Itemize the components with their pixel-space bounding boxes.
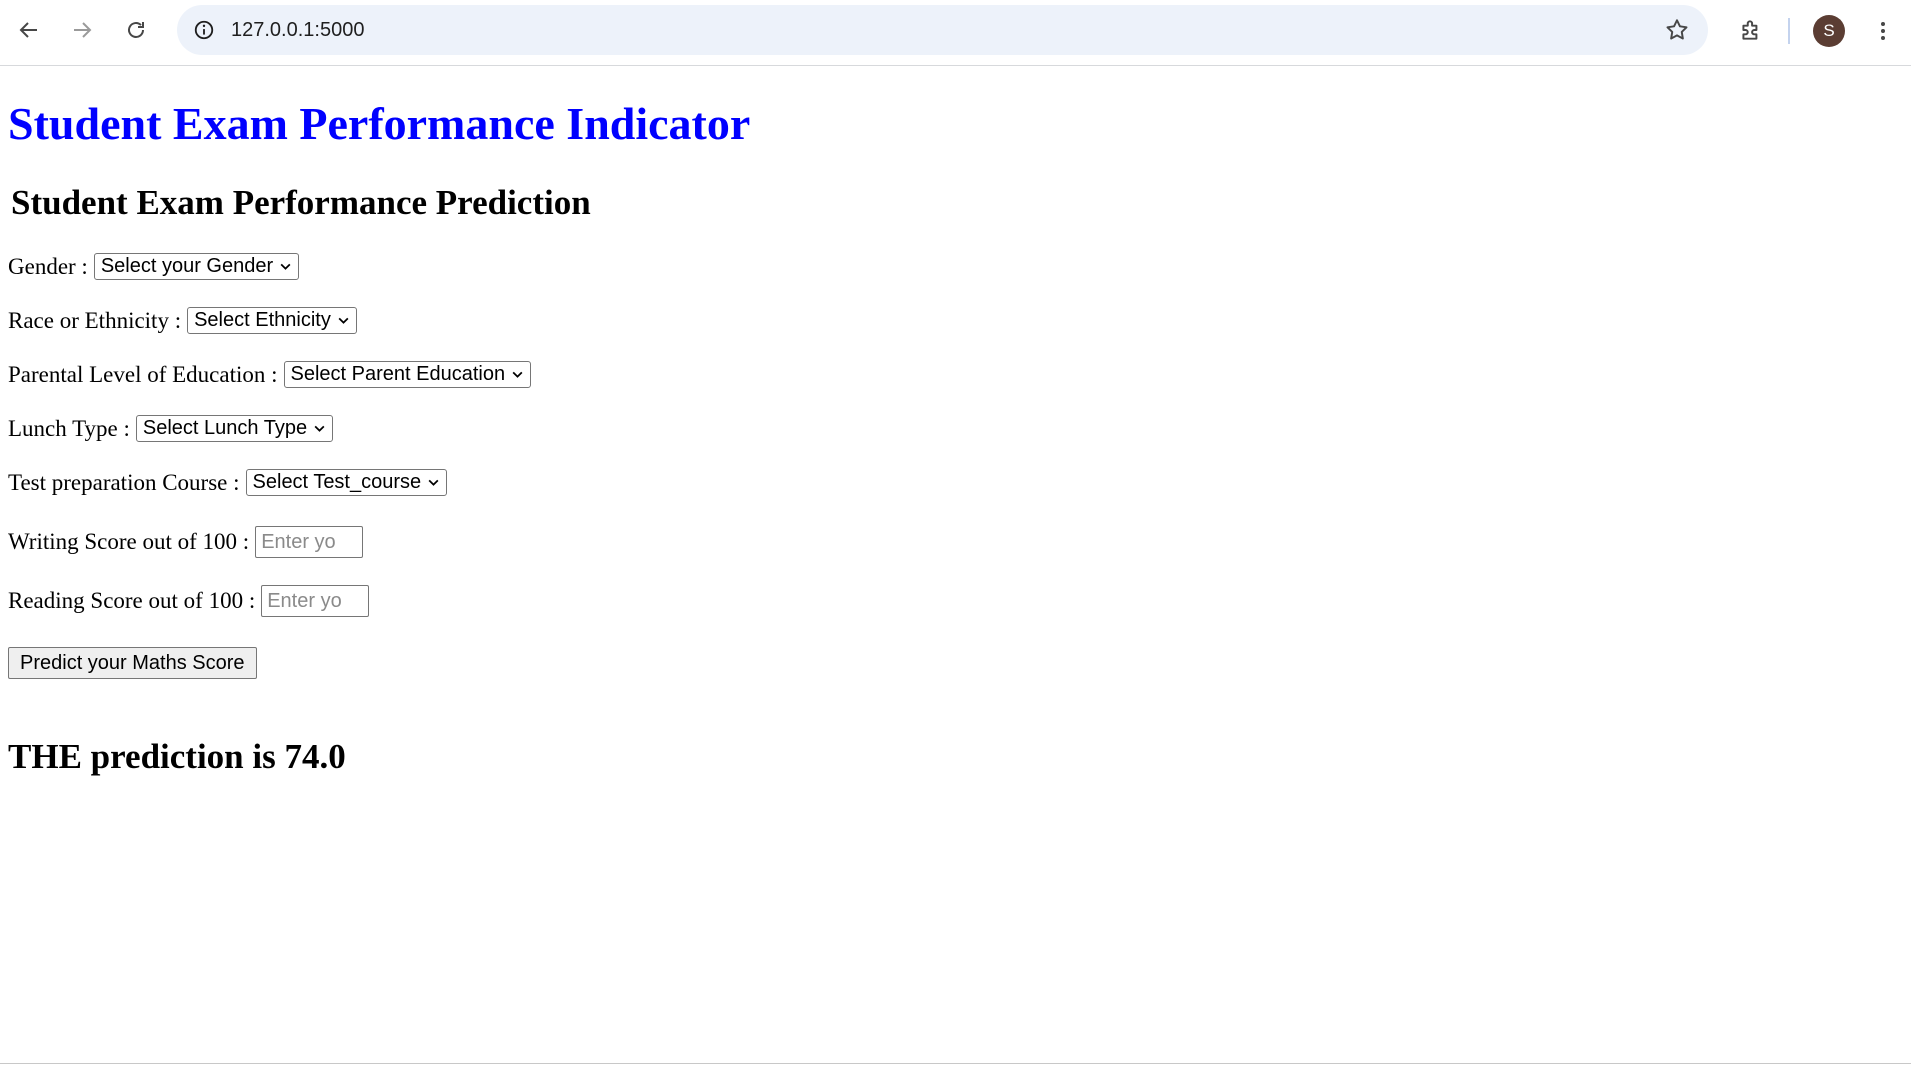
- chevron-down-icon: [427, 476, 440, 489]
- predict-button[interactable]: Predict your Maths Score: [8, 647, 257, 679]
- back-button[interactable]: [9, 10, 49, 50]
- lunch-select[interactable]: Select Lunch Type: [135, 415, 334, 442]
- parent-education-row: Parental Level of Education : Select Par…: [8, 361, 532, 388]
- page-content: Student Exam Performance Indicator Stude…: [0, 67, 1911, 1064]
- forward-button[interactable]: [62, 10, 102, 50]
- test-course-select[interactable]: Select Test_course: [245, 469, 448, 496]
- prediction-result: THE prediction is 74.0: [8, 737, 346, 776]
- ethnicity-select-value: Select Ethnicity: [194, 309, 331, 331]
- parent-education-select-value: Select Parent Education: [290, 363, 506, 385]
- reload-icon: [128, 22, 144, 38]
- reading-score-label: Reading Score out of 100 :: [8, 588, 256, 613]
- chevron-down-icon: [313, 422, 326, 435]
- test-course-row: Test preparation Course : Select Test_co…: [8, 469, 448, 496]
- star-icon[interactable]: [1662, 15, 1692, 45]
- gender-row: Gender : Select your Gender: [8, 253, 300, 280]
- chevron-down-icon: [337, 314, 350, 327]
- test-course-select-value: Select Test_course: [252, 471, 422, 493]
- lunch-label: Lunch Type :: [8, 415, 130, 441]
- lunch-row: Lunch Type : Select Lunch Type: [8, 415, 334, 442]
- arrow-left-icon: [19, 22, 37, 38]
- writing-score-input[interactable]: [255, 526, 364, 558]
- form-heading: Student Exam Performance Prediction: [11, 183, 591, 222]
- window-bottom-border: [0, 1063, 1911, 1064]
- reload-button[interactable]: [116, 10, 156, 50]
- page-title: Student Exam Performance Indicator: [8, 98, 751, 149]
- chevron-down-icon: [279, 260, 292, 273]
- ethnicity-row: Race or Ethnicity : Select Ethnicity: [8, 307, 357, 334]
- info-icon[interactable]: [189, 15, 219, 45]
- browser-toolbar: 127.0.0.1:5000 S: [0, 0, 1911, 66]
- parent-education-label: Parental Level of Education :: [8, 361, 278, 387]
- address-bar[interactable]: 127.0.0.1:5000: [177, 5, 1708, 55]
- ethnicity-label: Race or Ethnicity :: [8, 307, 182, 333]
- writing-score-row: Writing Score out of 100 :: [8, 526, 364, 558]
- profile-avatar[interactable]: S: [1813, 15, 1845, 47]
- parent-education-select[interactable]: Select Parent Education: [283, 361, 532, 388]
- reading-score-row: Reading Score out of 100 :: [8, 585, 370, 617]
- url-text[interactable]: 127.0.0.1:5000: [231, 5, 364, 55]
- ethnicity-select[interactable]: Select Ethnicity: [187, 307, 357, 334]
- test-course-label: Test preparation Course :: [8, 469, 240, 495]
- reading-score-input[interactable]: [261, 585, 370, 617]
- gender-select[interactable]: Select your Gender: [93, 253, 300, 280]
- kebab-menu-icon[interactable]: [1868, 15, 1898, 47]
- gender-select-value: Select your Gender: [100, 255, 274, 277]
- lunch-select-value: Select Lunch Type: [142, 417, 308, 439]
- arrow-right-icon: [74, 22, 92, 38]
- gender-label: Gender :: [8, 253, 88, 279]
- writing-score-label: Writing Score out of 100 :: [8, 529, 250, 554]
- puzzle-icon[interactable]: [1733, 12, 1769, 48]
- toolbar-divider: [1788, 18, 1790, 44]
- chevron-down-icon: [511, 368, 524, 381]
